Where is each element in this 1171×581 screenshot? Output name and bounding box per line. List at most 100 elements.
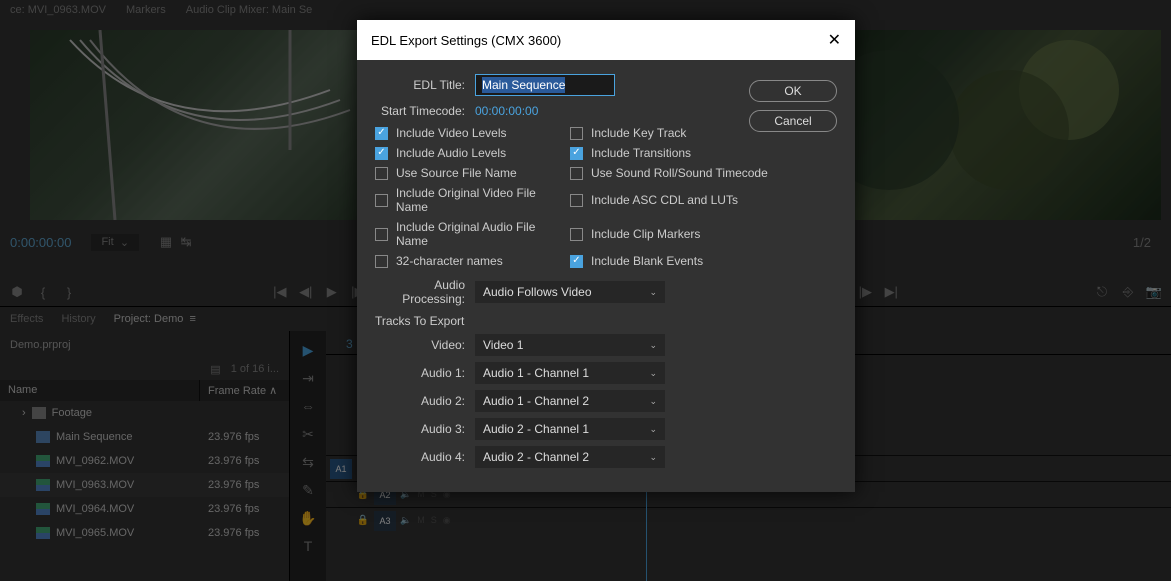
resolution-icon[interactable]: ▦ [159,235,173,249]
project-panel: Demo.prproj ▤ 1 of 16 i... Name Frame Ra… [0,331,290,581]
dialog-titlebar[interactable]: EDL Export Settings (CMX 3600) ✕ [357,20,855,60]
play-icon[interactable]: ▶ [325,285,339,299]
checkbox-option[interactable]: Include Video Levels [375,126,570,140]
track-label: Audio 2: [409,394,475,408]
razor-tool-icon[interactable]: ✂ [299,425,317,443]
extract-icon[interactable]: ⎆ [1121,285,1135,299]
checkbox-option[interactable]: Include ASC CDL and LUTs [570,186,837,214]
selection-tool-icon[interactable]: ▶ [299,341,317,359]
column-headers[interactable]: Name Frame Rate ∧ [0,380,289,401]
tab-history[interactable]: History [61,313,95,325]
tab-effects[interactable]: Effects [10,313,43,325]
checkbox-option[interactable]: Include Transitions [570,146,837,160]
source-timecode[interactable]: 0:00:00:00 [10,235,71,250]
chevron-down-icon: ⌄ [649,287,657,298]
chevron-down-icon: ⌄ [649,424,657,435]
checkbox-option[interactable]: Include Blank Events [570,254,837,268]
checkbox-option[interactable]: Use Source File Name [375,166,570,180]
start-timecode-input[interactable]: 00:00:00:00 [475,104,538,118]
cancel-button[interactable]: Cancel [749,110,837,132]
chevron-down-icon: ⌄ [649,396,657,407]
goto-out-icon[interactable]: ▶| [884,285,898,299]
lift-icon[interactable]: ⎋ [1095,285,1109,299]
checkbox-option[interactable]: Include Audio Levels [375,146,570,160]
item-name: Main Sequence [56,431,132,443]
step-back-icon[interactable]: ◀| [299,285,313,299]
playback-resolution[interactable]: 1/2 [1133,235,1151,250]
checkbox-icon [375,127,388,140]
timeline-mark: 3 [346,337,353,348]
audio-track[interactable]: 🔒 A3 🔈 MS ◉ [326,507,1171,533]
zoom-fit-dropdown[interactable]: Fit ⌄ [91,234,139,251]
edl-export-dialog: EDL Export Settings (CMX 3600) ✕ OK Canc… [357,20,855,492]
project-item[interactable]: MVI_0964.MOV23.976 fps [0,497,289,521]
voice-icon[interactable]: ◉ [443,515,451,526]
checkbox-label: Include Key Track [591,126,686,140]
checkbox-label: Include Video Levels [396,126,507,140]
checkbox-label: Include Audio Levels [396,146,506,160]
source-patch-button[interactable]: A1 [330,459,352,479]
edl-title-label: EDL Title: [375,78,475,92]
mute-m-icon[interactable]: M [417,515,425,526]
close-icon[interactable]: ✕ [828,30,841,50]
out-point-icon[interactable]: } [62,285,76,299]
program-monitor[interactable] [809,30,1161,220]
tab-audio-mixer[interactable]: Audio Clip Mixer: Main Se [186,4,313,16]
tab-markers[interactable]: Markers [126,4,166,16]
in-point-icon[interactable]: { [36,285,50,299]
mute-icon[interactable]: 🔈 [400,515,411,526]
project-item[interactable]: › Footage [0,401,289,425]
wrench-icon[interactable]: ↹ [179,235,193,249]
checkbox-label: Include Original Audio File Name [396,220,570,248]
checkbox-option[interactable]: Include Clip Markers [570,220,837,248]
checkbox-label: Include Clip Markers [591,227,700,241]
item-count: 1 of 16 i... [231,363,279,376]
track-target-button[interactable]: A3 [374,511,396,531]
folder-icon [32,407,46,419]
audio-processing-dropdown[interactable]: Audio Follows Video⌄ [475,281,665,303]
track-dropdown[interactable]: Audio 1 - Channel 2⌄ [475,390,665,412]
track-dropdown[interactable]: Audio 1 - Channel 1⌄ [475,362,665,384]
checkbox-option[interactable]: 32-character names [375,254,570,268]
track-select-tool-icon[interactable]: ⇥ [299,369,317,387]
type-tool-icon[interactable]: T [299,537,317,555]
clip-icon [36,527,50,539]
checkbox-icon [570,167,583,180]
checkbox-option[interactable]: Include Original Video File Name [375,186,570,214]
project-item[interactable]: MVI_0963.MOV23.976 fps [0,473,289,497]
slip-tool-icon[interactable]: ⇆ [299,453,317,471]
export-frame-icon[interactable]: 📷 [1147,285,1161,299]
track-dropdown[interactable]: Audio 2 - Channel 2⌄ [475,446,665,468]
source-monitor[interactable] [30,30,382,220]
checkbox-icon [375,147,388,160]
tool-palette: ▶ ⇥ ⇔ ✂ ⇆ ✎ ✋ T [290,331,326,581]
step-fwd-icon[interactable]: |▶ [858,285,872,299]
tracks-to-export-heading: Tracks To Export [375,314,837,328]
solo-icon[interactable]: S [431,515,437,526]
clip-icon [36,455,50,467]
project-item[interactable]: MVI_0962.MOV23.976 fps [0,449,289,473]
checkbox-icon [570,228,583,241]
track-label: Audio 4: [409,450,475,464]
edl-title-input[interactable]: Main Sequence [475,74,615,96]
track-dropdown[interactable]: Audio 2 - Channel 1⌄ [475,418,665,440]
checkbox-option[interactable]: Use Sound Roll/Sound Timecode [570,166,837,180]
lock-icon[interactable]: 🔒 [356,515,370,526]
project-item[interactable]: Main Sequence23.976 fps [0,425,289,449]
track-dropdown[interactable]: Video 1⌄ [475,334,665,356]
project-item[interactable]: MVI_0965.MOV23.976 fps [0,521,289,545]
bin-view-icon[interactable]: ▤ [210,363,220,376]
marker-icon[interactable]: ⬢ [10,285,24,299]
checkbox-label: Use Source File Name [396,166,517,180]
checkbox-option[interactable]: Include Original Audio File Name [375,220,570,248]
goto-in-icon[interactable]: |◀ [273,285,287,299]
ripple-tool-icon[interactable]: ⇔ [299,397,317,415]
chevron-down-icon: ⌄ [649,368,657,379]
ok-button[interactable]: OK [749,80,837,102]
tab-source[interactable]: ce: MVI_0963.MOV [10,4,106,16]
pen-tool-icon[interactable]: ✎ [299,481,317,499]
checkbox-icon [375,194,388,207]
tab-project[interactable]: Project: Demo ≡ [114,313,196,325]
hand-tool-icon[interactable]: ✋ [299,509,317,527]
checkbox-icon [570,147,583,160]
